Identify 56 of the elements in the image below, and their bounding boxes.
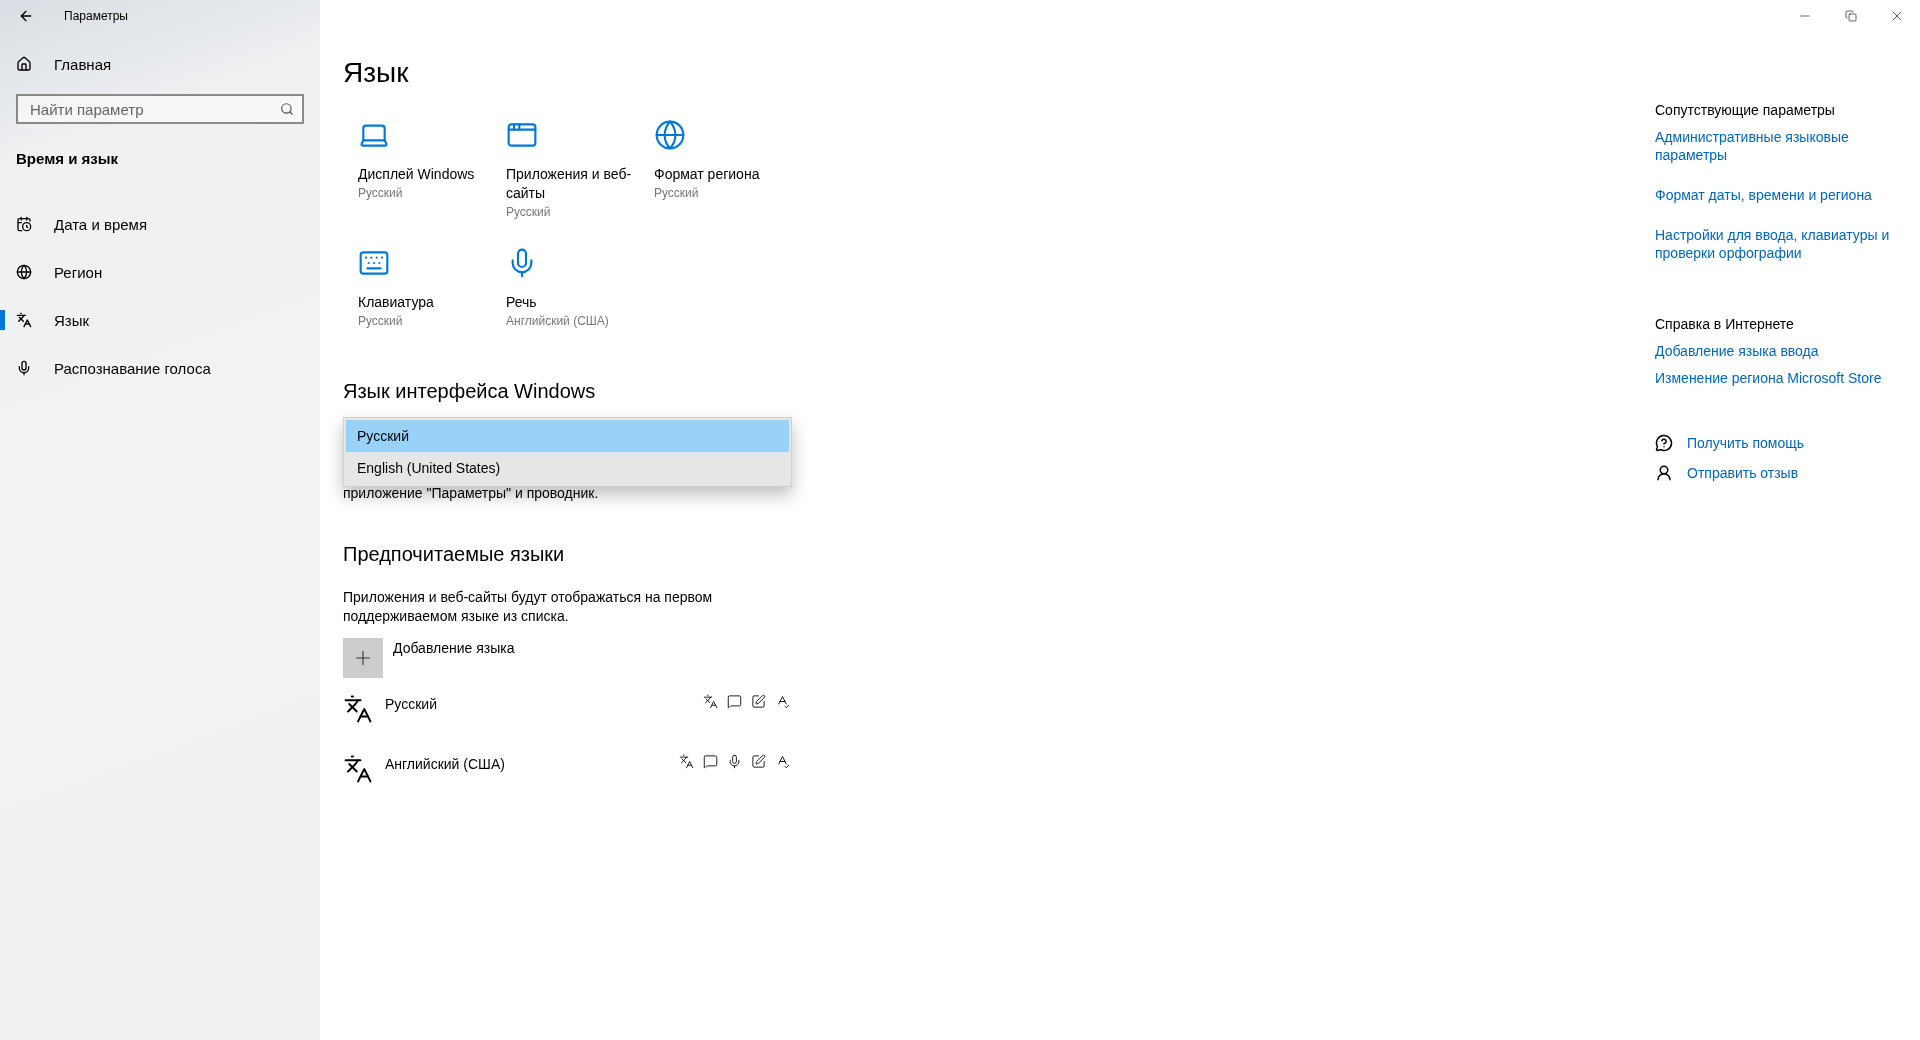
nav-item[interactable]: Регион xyxy=(0,248,320,296)
section-title: Время и язык xyxy=(15,149,120,169)
help-icon xyxy=(1655,434,1673,452)
search-field[interactable]: Найти параметр xyxy=(16,94,304,124)
settings-tile[interactable]: Клавиатура Русский xyxy=(343,247,491,330)
language-item[interactable]: Английский (США) xyxy=(343,754,790,798)
action-link[interactable]: Отправить отзыв xyxy=(1655,464,1920,482)
action-link[interactable]: Получить помощь xyxy=(1655,434,1920,452)
related-link[interactable]: Настройки для ввода, клавиатуры и проверки орфографии xyxy=(1655,226,1920,262)
spell-check-icon xyxy=(775,694,790,709)
window-title: Параметры xyxy=(64,9,128,23)
add-button[interactable] xyxy=(343,638,383,678)
restore-icon xyxy=(1845,10,1857,22)
add-label[interactable]: Добавление языка xyxy=(393,640,515,656)
section-heading: Справка в Интернете xyxy=(1655,316,1795,332)
pen-icon xyxy=(751,754,766,769)
settings-tile[interactable]: Речь Английский (США) xyxy=(491,247,639,330)
language-item[interactable]: Русский xyxy=(343,694,790,738)
description-text: приложение "Параметры" и проводник. xyxy=(343,485,599,501)
dropdown-option[interactable]: Русский xyxy=(346,420,789,452)
home-link[interactable]: Главная xyxy=(0,40,320,88)
page-title: Язык xyxy=(343,57,410,89)
back-arrow-icon xyxy=(18,8,34,24)
speech-bubble-icon xyxy=(727,694,742,709)
settings-tile[interactable]: Приложения и веб-сайты Русский xyxy=(491,119,639,221)
section-heading: Сопутствующие параметры xyxy=(1655,102,1836,118)
nav-item[interactable]: Язык xyxy=(0,296,320,344)
nav-item[interactable]: Распознавание голоса xyxy=(0,344,320,392)
globe-icon xyxy=(654,119,686,151)
microphone-icon xyxy=(727,754,742,769)
language-pack-icon xyxy=(679,754,694,769)
nav-item[interactable]: Дата и время xyxy=(0,200,320,248)
settings-tile[interactable]: Формат региона Русский xyxy=(639,119,787,221)
language-pack-icon xyxy=(703,694,718,709)
language-icon xyxy=(343,754,373,784)
settings-tile[interactable]: Дисплей Windows Русский xyxy=(343,119,491,221)
section-heading: Предпочитаемые языки xyxy=(343,543,566,566)
related-link[interactable]: Административные языковые параметры xyxy=(1655,128,1920,164)
help-link[interactable]: Изменение региона Microsoft Store xyxy=(1655,369,1920,387)
dropdown-option[interactable]: English (United States) xyxy=(346,452,789,484)
spell-check-icon xyxy=(775,754,790,769)
pen-icon xyxy=(751,694,766,709)
microphone-icon xyxy=(16,360,32,376)
speech-bubble-icon xyxy=(703,754,718,769)
home-icon xyxy=(16,56,32,72)
help-link[interactable]: Добавление языка ввода xyxy=(1655,342,1920,360)
related-link[interactable]: Формат даты, времени и региона xyxy=(1655,186,1920,204)
language-icon xyxy=(343,694,373,724)
person-icon xyxy=(1655,464,1673,482)
globe-icon xyxy=(16,264,32,280)
section-heading: Язык интерфейса Windows xyxy=(343,380,597,403)
calendar-icon xyxy=(16,216,32,232)
search-input[interactable]: Найти параметр xyxy=(28,99,280,119)
description-text: Приложения и веб-сайты будут отображаться на первом поддерживаемом языке из списка. xyxy=(343,588,714,626)
search-icon xyxy=(280,102,294,116)
language-icon xyxy=(16,312,32,328)
